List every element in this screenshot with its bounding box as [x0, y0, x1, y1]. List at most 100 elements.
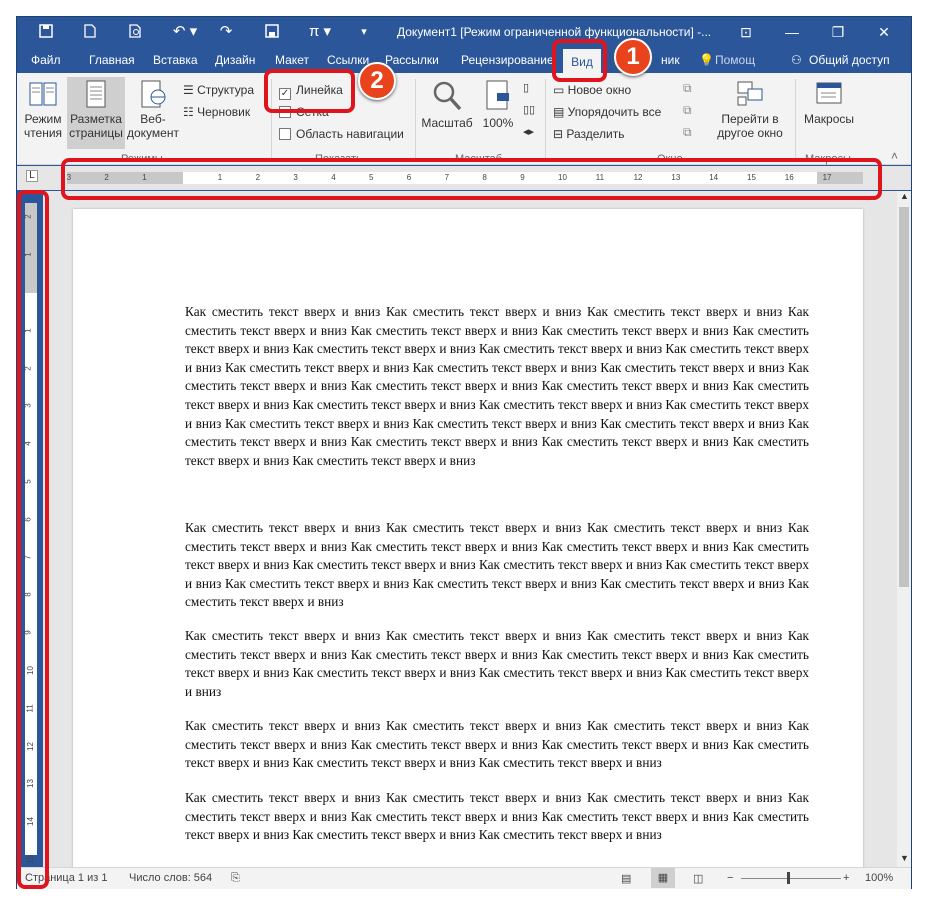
- read-mode-button[interactable]: Режим чтения: [21, 79, 65, 140]
- highlight-ruler-checkbox: [264, 69, 355, 113]
- web-layout-status-icon[interactable]: ◫: [693, 872, 703, 885]
- switch-windows-button[interactable]: Перейти в другое окно: [709, 79, 791, 140]
- sync-scroll-icon[interactable]: ⧉: [683, 103, 692, 118]
- save-as-icon[interactable]: [261, 22, 283, 42]
- one-page-icon[interactable]: ▯: [523, 81, 529, 94]
- macros-button[interactable]: Макросы: [799, 79, 859, 126]
- zoom-button[interactable]: Масштаб: [417, 79, 477, 130]
- ribbon-display-icon[interactable]: ⊡: [723, 17, 769, 47]
- switch-windows-label-1: Перейти в: [721, 112, 779, 126]
- highlight-horizontal-ruler: [61, 158, 882, 200]
- read-mode-icon: [29, 82, 57, 106]
- zoom-out-icon[interactable]: −: [727, 872, 733, 884]
- outline-label: Структура: [197, 83, 255, 97]
- nav-pane-box-icon: [279, 128, 291, 140]
- zoom-slider-thumb[interactable]: [787, 872, 790, 884]
- document-page[interactable]: Как сместить текст вверх и вниз Как смес…: [73, 209, 863, 867]
- tab-references[interactable]: Ссылки: [327, 53, 369, 67]
- arrange-all-button[interactable]: ▤ Упорядочить все: [553, 105, 661, 119]
- reset-position-icon[interactable]: ⧉: [683, 125, 692, 140]
- outline-icon: ☰: [183, 83, 198, 97]
- split-button[interactable]: ⊟ Разделить: [553, 127, 625, 141]
- highlight-vertical-ruler: [17, 190, 49, 889]
- tab-mailings[interactable]: Рассылки: [385, 53, 439, 67]
- switch-windows-label-2: другое окно: [717, 126, 783, 140]
- minimize-icon[interactable]: —: [769, 17, 815, 47]
- web-layout-icon: [141, 80, 166, 108]
- macros-label: Макросы: [803, 112, 855, 126]
- scroll-down-icon[interactable]: ▼: [900, 853, 909, 863]
- zoom-100-button[interactable]: 100%: [479, 79, 517, 130]
- proofing-icon[interactable]: ⎘: [231, 872, 240, 885]
- multiple-pages-icon[interactable]: ▯▯: [523, 103, 535, 116]
- side-by-side-icon[interactable]: ⧉: [683, 81, 692, 96]
- new-document-icon[interactable]: [79, 22, 101, 42]
- word-count[interactable]: Число слов: 564: [129, 872, 212, 884]
- page-width-icon[interactable]: ◂▸: [523, 125, 534, 138]
- maximize-icon[interactable]: ❐: [815, 17, 861, 47]
- lightbulb-icon: 💡: [699, 53, 714, 67]
- split-icon: ⊟: [553, 127, 567, 141]
- web-layout-label-1: Веб-: [140, 112, 166, 126]
- print-layout-label-1: Разметка: [70, 112, 122, 126]
- draft-label: Черновик: [197, 105, 251, 119]
- tab-file[interactable]: Файл: [31, 53, 61, 67]
- vertical-scrollbar[interactable]: ▲ ▼: [897, 191, 911, 867]
- tab-review[interactable]: Рецензирование: [461, 53, 554, 67]
- read-mode-label-2: чтения: [23, 126, 63, 140]
- outline-button[interactable]: ☰ Структура: [183, 83, 254, 97]
- tab-design[interactable]: Дизайн: [215, 53, 255, 67]
- arrange-all-label: Упорядочить все: [567, 105, 662, 119]
- tab-home[interactable]: Главная: [89, 53, 135, 67]
- new-window-label: Новое окно: [567, 83, 632, 97]
- separator: [795, 79, 796, 159]
- equation-icon[interactable]: π ▾: [303, 22, 337, 42]
- zoom-level[interactable]: 100%: [865, 872, 893, 884]
- title-bar: ↶ ▾ ↷ π ▾ ▾ Документ1 [Режим ограниченно…: [17, 17, 911, 47]
- scroll-thumb[interactable]: [899, 207, 909, 587]
- zoom-in-icon[interactable]: +: [843, 872, 849, 884]
- paragraph[interactable]: Как сместить текст вверх и вниз Как смес…: [185, 519, 809, 612]
- zoom-slider[interactable]: [741, 878, 841, 879]
- new-window-icon: ▭: [553, 83, 568, 97]
- customize-toolbar-icon[interactable]: ▾: [353, 22, 375, 42]
- web-layout-label-2: документ: [127, 126, 179, 140]
- navigation-pane-label: Область навигации: [296, 127, 404, 141]
- save-icon[interactable]: [35, 22, 57, 42]
- tab-insert[interactable]: Вставка: [153, 53, 198, 67]
- callout-1: 1: [614, 38, 652, 76]
- read-mode-status-icon[interactable]: ▤: [621, 872, 631, 885]
- paragraph[interactable]: Как сместить текст вверх и вниз Как смес…: [185, 717, 809, 773]
- document-title: Документ1 [Режим ограниченной функционал…: [397, 25, 712, 39]
- web-layout-button[interactable]: Веб- документ: [127, 79, 179, 140]
- share-button[interactable]: Общий доступ: [809, 53, 890, 67]
- tell-me-search[interactable]: Помощ: [715, 53, 755, 67]
- tab-developer[interactable]: ник: [661, 53, 680, 67]
- print-layout-button[interactable]: Разметка страницы: [67, 77, 125, 149]
- paragraph[interactable]: Как сместить текст вверх и вниз Как смес…: [185, 789, 809, 845]
- new-window-button[interactable]: ▭ Новое окно: [553, 83, 631, 97]
- magnifier-icon: [433, 81, 462, 111]
- redo-icon[interactable]: ↷: [215, 22, 237, 42]
- paragraph[interactable]: Как сместить текст вверх и вниз Как смес…: [185, 303, 809, 470]
- paragraph[interactable]: Как сместить текст вверх и вниз Как смес…: [185, 627, 809, 701]
- draft-button[interactable]: ☷ Черновик: [183, 105, 250, 119]
- separator: [545, 79, 546, 159]
- navigation-pane-checkbox[interactable]: Область навигации: [279, 127, 404, 141]
- tab-selector-icon[interactable]: L: [26, 170, 38, 182]
- collapse-ribbon-icon[interactable]: ˄: [891, 149, 898, 163]
- undo-icon[interactable]: ↶ ▾: [169, 22, 201, 42]
- document-workspace: Как сместить текст вверх и вниз Как смес…: [43, 191, 897, 867]
- ribbon-tabs: Файл Главная Вставка Дизайн Макет Ссылки…: [17, 49, 911, 75]
- print-layout-status-icon[interactable]: ▦: [651, 868, 675, 888]
- word-window: ↶ ▾ ↷ π ▾ ▾ Документ1 [Режим ограниченно…: [16, 16, 912, 889]
- macros-icon: [816, 82, 842, 104]
- draft-icon: ☷: [183, 105, 198, 119]
- person-icon: ⚇: [791, 53, 802, 67]
- switch-windows-icon: [737, 81, 763, 106]
- print-preview-icon[interactable]: [125, 22, 147, 42]
- scroll-up-icon[interactable]: ▲: [900, 191, 909, 201]
- close-icon[interactable]: ✕: [861, 17, 907, 47]
- callout-2: 2: [358, 62, 396, 100]
- tab-layout[interactable]: Макет: [275, 53, 309, 67]
